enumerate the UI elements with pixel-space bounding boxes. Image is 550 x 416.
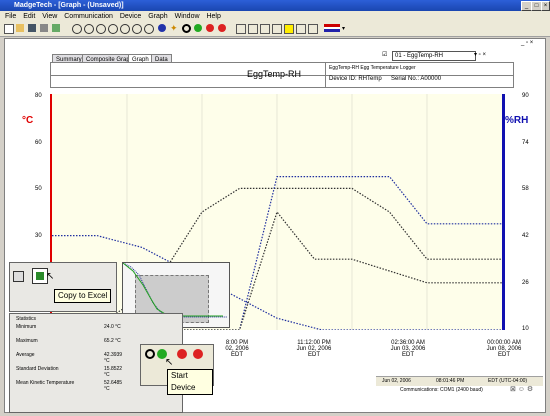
menu-file[interactable]: File (5, 13, 16, 20)
save-icon[interactable] (28, 24, 36, 32)
zoom-y-icon[interactable] (120, 24, 130, 34)
table4-icon[interactable] (272, 24, 282, 34)
app-title: MadgeTech - [Graph - (Unsaved)] (14, 2, 124, 9)
x-tick-label: 11:12:00 PM Jun 02, 2006 EDT (296, 340, 332, 358)
green-circle-icon[interactable] (194, 24, 202, 32)
zoom-area-icon[interactable] (96, 24, 106, 34)
menu-view[interactable]: View (42, 13, 57, 20)
chevron-down-icon[interactable]: ▾ (342, 25, 345, 32)
serial-number: Serial No.: A00000 (391, 76, 442, 82)
menu-help[interactable]: Help (206, 13, 220, 20)
cursor-icon: ↖ (46, 271, 55, 282)
zoom-in-icon[interactable] (72, 24, 82, 34)
start-device-icon[interactable] (182, 24, 191, 33)
zoom-x-icon[interactable] (108, 24, 118, 34)
print-icon[interactable] (40, 24, 48, 32)
stop-device-button[interactable] (177, 349, 187, 359)
graph-title: EggTemp-RH (247, 69, 302, 79)
status-timezone: EDT (UTC-04:00) (488, 378, 528, 384)
menu-edit[interactable]: Edit (23, 13, 35, 20)
logger-name: EggTemp-RH Egg Temperature Logger (329, 65, 416, 71)
rh-unit-label: %RH (505, 115, 529, 126)
table-view-icon[interactable] (13, 271, 24, 282)
device-toolbar: ↖ Start Device (140, 344, 214, 395)
left-tick-label: 50 (35, 186, 42, 192)
table3-icon[interactable] (260, 24, 270, 34)
right-tick-label: 58 (522, 186, 529, 192)
new-icon[interactable] (4, 24, 14, 34)
stat-row: Minimum 24.0 °C (16, 324, 121, 330)
stat-row: Mean Kinetic Temperature 52.6485 °C (16, 380, 123, 392)
plot-area[interactable] (50, 94, 505, 331)
close-button[interactable]: × (541, 1, 550, 11)
status-date: Jun 02, 2006 (382, 378, 411, 384)
menu-device[interactable]: Device (120, 13, 141, 20)
left-tick-label: 30 (35, 233, 42, 239)
right-tick-label: 10 (522, 326, 529, 332)
stop-device-icon[interactable] (206, 24, 214, 32)
note-icon[interactable] (284, 24, 294, 34)
grid2-icon[interactable] (308, 24, 318, 34)
zoom-out-icon[interactable] (84, 24, 94, 34)
right-tick-label: 42 (522, 233, 529, 239)
table-icon[interactable] (236, 24, 246, 34)
zoom-fit-icon[interactable] (132, 24, 142, 34)
export-icon[interactable] (52, 24, 60, 32)
status-icons: ⊠ ☺ ⚙ (510, 386, 534, 393)
zoom-reset-icon[interactable] (144, 24, 154, 34)
copy-panel: ↖ Copy to Excel (9, 262, 117, 312)
copy-excel-tooltip: Copy to Excel (54, 289, 112, 303)
table2-icon[interactable] (248, 24, 258, 34)
x-tick-label: 00:00:00 AM Jun 08, 2006 EDT (486, 340, 522, 358)
menu-window[interactable]: Window (175, 13, 200, 20)
help-icon[interactable] (158, 24, 166, 32)
grid-icon[interactable] (296, 24, 306, 34)
cursor-icon: ↖ (165, 357, 174, 368)
device-select-value: 01 - EggTemp-RH (395, 53, 444, 59)
menu-graph[interactable]: Graph (148, 13, 167, 20)
stat-row: Standard Deviation 15.8522 °C (16, 366, 123, 378)
right-tick-label: 74 (522, 140, 529, 146)
right-tick-label: 26 (522, 280, 529, 286)
status-time: 08:01:46 PM (436, 378, 465, 384)
flag-icon[interactable] (324, 24, 340, 32)
start-device-tooltip: Start Device (167, 369, 213, 395)
graph-header: EggTemp-RH EggTemp-RH Egg Temperature Lo… (50, 62, 514, 88)
stat-row: Maximum 65.2 °C (16, 338, 121, 344)
device-id: Device ID: RHTemp (329, 76, 382, 82)
statistics-title: Statistics (16, 316, 37, 322)
device-select[interactable]: 01 - EggTemp-RH (392, 51, 476, 61)
open-icon[interactable] (16, 24, 24, 32)
selector-buttons[interactable]: ▾ ▫ × (474, 51, 494, 58)
x-tick-label: 02:36:00 AM Jun 03, 2006 EDT (390, 340, 426, 358)
start-device-button[interactable] (145, 349, 155, 359)
menu-communication[interactable]: Communication (64, 13, 113, 20)
menu-bar: File Edit View Communication Device Grap… (0, 11, 550, 22)
cancel-device-button[interactable] (193, 349, 203, 359)
temp-unit-label: °C (22, 115, 34, 126)
stat-row: Average 42.3939 °C (16, 352, 123, 364)
excel-icon (36, 272, 44, 280)
x-tick-label: 8:00 PM 02, 2006 EDT (225, 340, 249, 358)
child-window-controls[interactable]: _ ▫ × (521, 40, 541, 48)
left-tick-label: 60 (35, 140, 42, 146)
cancel-icon[interactable] (218, 24, 226, 32)
main-toolbar: ✦ ▾ (0, 22, 550, 37)
right-tick-label: 90 (522, 93, 529, 99)
app-title-bar: MadgeTech - [Graph - (Unsaved)] _ □ × (0, 0, 550, 11)
device-checkbox[interactable]: ☑ (382, 51, 387, 58)
left-tick-label: 80 (35, 93, 42, 99)
sun-icon[interactable]: ✦ (170, 24, 178, 33)
status-comms: Communications: COM1 (2400 baud) (400, 387, 483, 393)
chart-svg (52, 94, 502, 331)
